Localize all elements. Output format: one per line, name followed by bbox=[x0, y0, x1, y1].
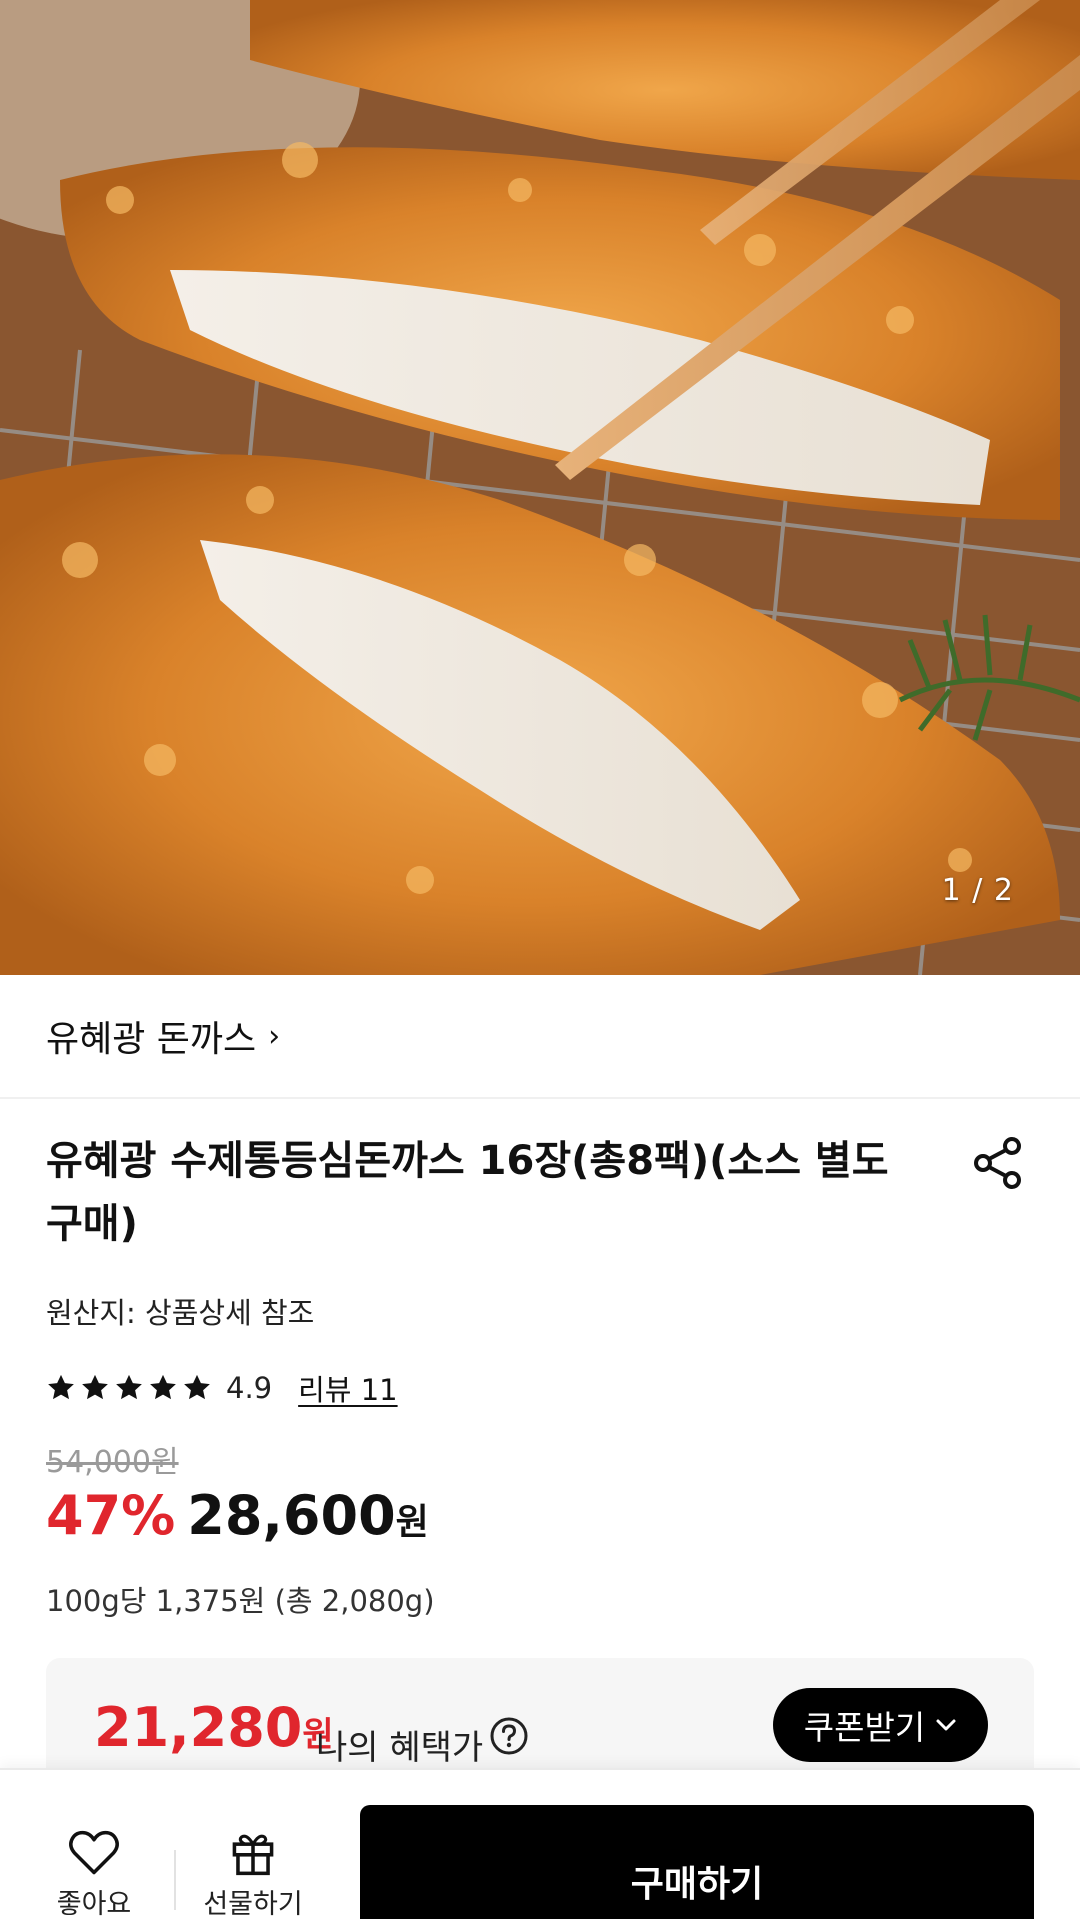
rating-row: 4.9 리뷰 11 bbox=[46, 1366, 398, 1410]
review-link[interactable]: 리뷰 11 bbox=[298, 1367, 397, 1409]
sale-price: 28,600 bbox=[187, 1484, 396, 1547]
product-image-carousel[interactable]: 1 / 2 bbox=[0, 0, 1080, 975]
star-icon bbox=[82, 1374, 108, 1400]
original-price: 54,000원 bbox=[46, 1445, 179, 1480]
price-row: 47% 28,600 원 bbox=[46, 1484, 429, 1547]
origin-info: 원산지: 상품상세 참조 bbox=[46, 1296, 315, 1330]
rating-score: 4.9 bbox=[226, 1371, 273, 1405]
image-page-counter: 1 / 2 bbox=[941, 873, 1014, 908]
benefit-label: 나의 혜택가 bbox=[316, 1728, 484, 1768]
benefit-help-button[interactable] bbox=[489, 1716, 529, 1756]
sale-price-unit: 원 bbox=[395, 1502, 429, 1543]
like-button[interactable]: 좋아요 bbox=[48, 1770, 140, 1919]
gift-icon bbox=[232, 1834, 274, 1876]
product-photo bbox=[0, 0, 1080, 975]
product-title: 유혜광 수제통등심돈까스 16장(총8팩)(소스 별도구매) bbox=[46, 1138, 889, 1247]
buy-label: 구매하기 bbox=[630, 1864, 764, 1905]
star-icon bbox=[116, 1374, 142, 1400]
gift-button[interactable]: 선물하기 bbox=[193, 1770, 313, 1919]
heart-icon bbox=[69, 1830, 119, 1875]
buy-button[interactable]: 구매하기 bbox=[360, 1805, 1034, 1919]
rating-stars bbox=[46, 1373, 216, 1403]
get-coupon-button[interactable]: 쿠폰받기 bbox=[773, 1688, 988, 1762]
star-icon bbox=[48, 1374, 74, 1400]
brand-store-link[interactable]: 유혜광 돈까스 › bbox=[0, 975, 1080, 1099]
get-coupon-label: 쿠폰받기 bbox=[803, 1708, 926, 1747]
discount-rate: 47% bbox=[46, 1484, 176, 1547]
unit-price: 100g당 1,375원 (총 2,080g) bbox=[46, 1584, 435, 1618]
star-icon bbox=[150, 1374, 176, 1400]
share-icon bbox=[974, 1137, 1021, 1189]
chevron-down-icon bbox=[936, 1719, 956, 1731]
chevron-right-icon: › bbox=[268, 1018, 281, 1054]
benefit-price-value: 21,280 bbox=[94, 1696, 303, 1759]
star-icon bbox=[184, 1374, 210, 1400]
brand-name: 유혜광 돈까스 bbox=[46, 1019, 257, 1060]
share-button[interactable] bbox=[970, 1135, 1026, 1191]
like-label: 좋아요 bbox=[56, 1889, 132, 1919]
bottom-action-bar: 좋아요 선물하기 구매하기 bbox=[0, 1768, 1080, 1919]
benefit-price: 21,280원 bbox=[94, 1696, 334, 1759]
divider bbox=[174, 1850, 176, 1910]
question-circle-icon bbox=[490, 1717, 528, 1755]
gift-label: 선물하기 bbox=[203, 1889, 303, 1919]
